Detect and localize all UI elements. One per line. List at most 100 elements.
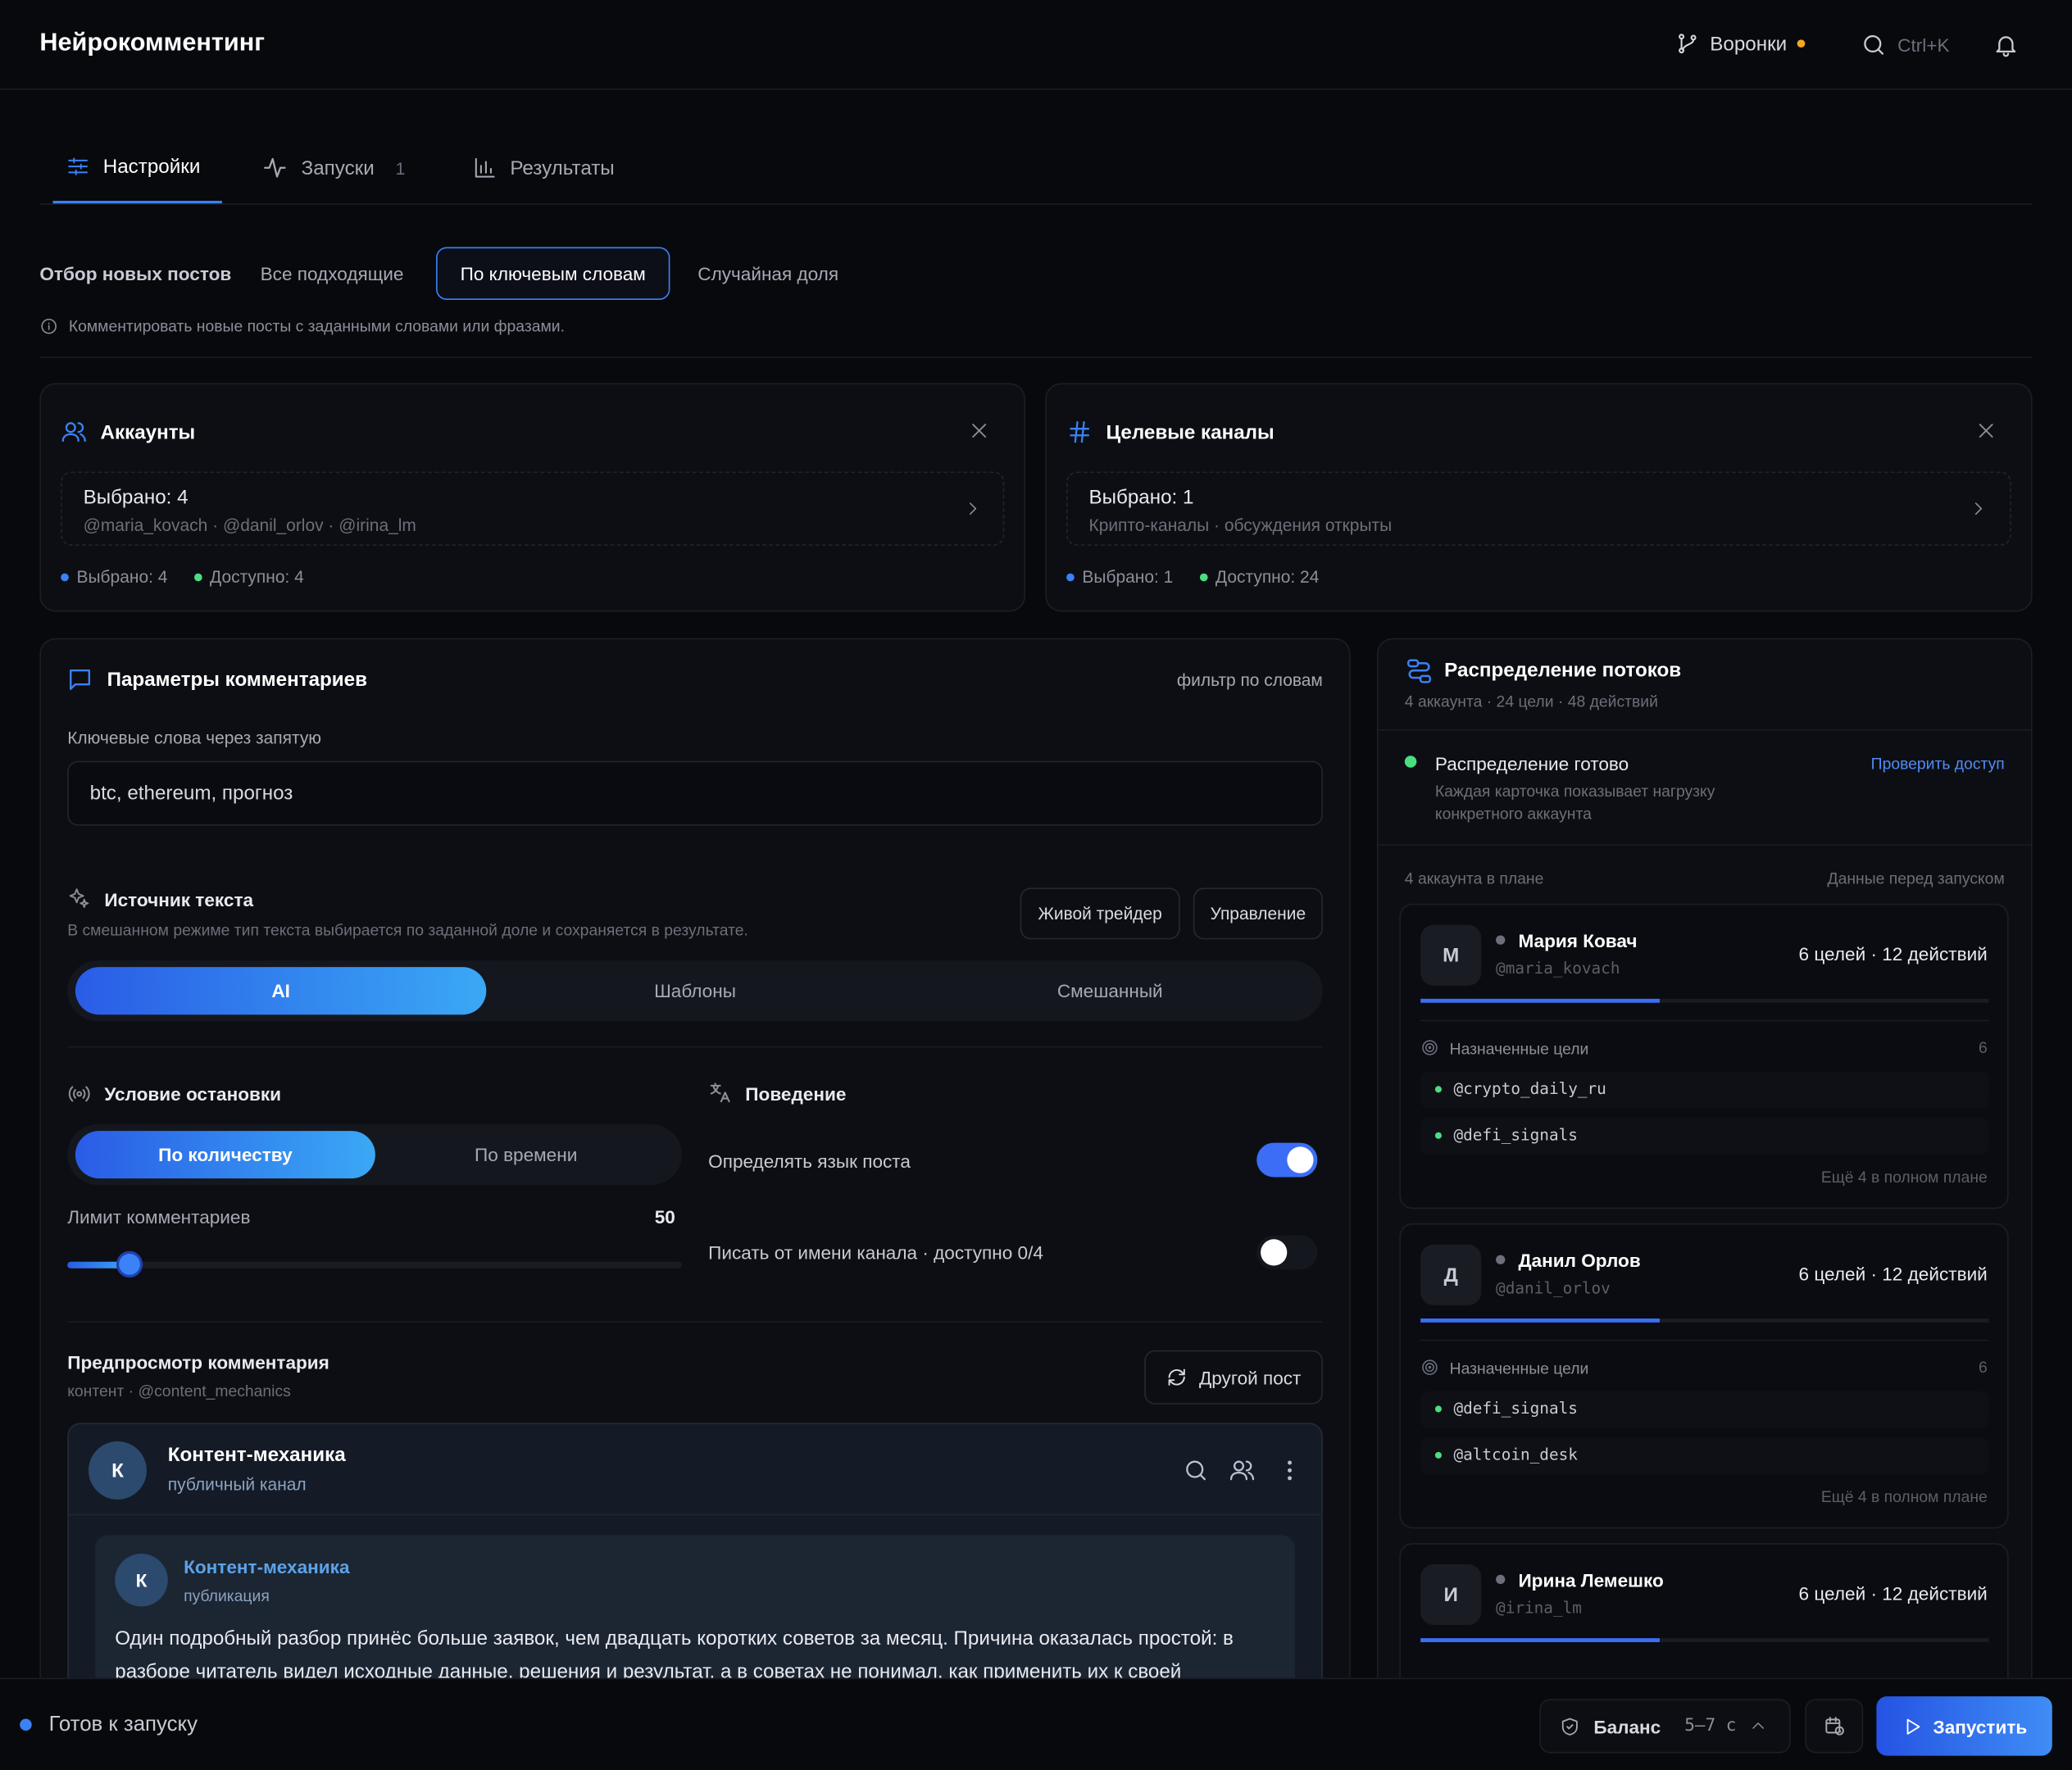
funnels-button[interactable]: Воронки — [1675, 32, 1806, 56]
selection-hint-text: Комментировать новые посты с заданными с… — [68, 316, 565, 336]
distribution-card: Распределение потоков 4 аккаунта · 24 це… — [1376, 638, 2033, 1735]
selection-option-random[interactable]: Случайная доля — [697, 263, 838, 284]
flows-icon — [1405, 656, 1434, 685]
keywords-input[interactable]: btc, ethereum, прогноз — [67, 760, 1323, 826]
slider-thumb[interactable] — [116, 1250, 143, 1278]
as-channel-toggle[interactable] — [1256, 1235, 1318, 1270]
tab-settings-label: Настройки — [102, 155, 201, 178]
source-option-mixed[interactable]: Смешанный — [905, 967, 1315, 1014]
account-plan-card[interactable]: Д Данил Орлов @danil_orlov 6 целей · 12 … — [1399, 1223, 2009, 1529]
channel-name: Контент-механика — [167, 1444, 346, 1467]
target-dot — [1434, 1405, 1442, 1413]
source-option-templates[interactable]: Шаблоны — [490, 967, 900, 1014]
close-icon — [1975, 420, 1997, 442]
params-mode-label: фильтр по словам — [1176, 669, 1323, 690]
more-targets: Ещё 4 в полном плане — [1820, 1168, 1988, 1187]
source-hint: В смешанном режиме тип текста выбирается… — [67, 920, 748, 940]
preview-search-button[interactable] — [1183, 1457, 1209, 1483]
account-name: Мария Ковач — [1518, 930, 1638, 951]
accounts-close-button[interactable] — [969, 420, 990, 442]
load-bar-fill — [1420, 998, 1660, 1003]
selection-option-keywords[interactable]: По ключевым словам — [436, 247, 670, 300]
tab-runs[interactable]: Запуски 1 — [261, 132, 405, 203]
target-handle: @crypto_daily_ru — [1453, 1079, 1606, 1098]
post-author: Контент-механика — [184, 1556, 350, 1578]
chevron-up-icon — [1749, 1718, 1766, 1735]
activity-icon — [261, 155, 288, 181]
detect-lang-label: Определять язык поста — [708, 1150, 911, 1173]
target-icon — [1420, 1038, 1439, 1057]
tab-bar: Настройки Запуски 1 Результаты — [39, 132, 2033, 205]
balance-value: 5–7 с — [1684, 1716, 1737, 1736]
shield-icon — [1559, 1715, 1580, 1736]
target-handle: @defi_signals — [1453, 1399, 1578, 1418]
divider — [1420, 1019, 1989, 1022]
bell-icon — [1992, 32, 2019, 58]
users-icon — [1229, 1457, 1255, 1483]
branch-icon — [1675, 32, 1699, 56]
balance-button[interactable]: Баланс 5–7 с — [1539, 1699, 1791, 1754]
stop-option-count[interactable]: По количеству — [75, 1131, 375, 1179]
preview-members-button[interactable] — [1229, 1457, 1255, 1483]
channel-avatar: К — [89, 1441, 147, 1500]
divider — [1420, 1339, 1989, 1341]
channels-selected-title: Выбрано: 1 — [1088, 486, 1194, 509]
refresh-icon — [1166, 1366, 1188, 1388]
slider-track — [67, 1261, 682, 1268]
search-button[interactable]: Ctrl+K — [1861, 32, 1950, 58]
preview-more-button[interactable] — [1276, 1457, 1302, 1483]
users-icon — [61, 419, 87, 445]
accounts-card: Аккаунты Выбрано: 4 @maria_kovach · @dan… — [39, 383, 1026, 612]
launch-button[interactable]: Запустить — [1876, 1696, 2052, 1756]
close-icon — [969, 420, 990, 442]
post-avatar: К — [115, 1553, 168, 1607]
channels-close-button[interactable] — [1975, 420, 1997, 442]
sliders-icon — [66, 155, 90, 179]
target-chip: @altcoin_desk — [1420, 1437, 1989, 1475]
channels-selector[interactable]: Выбрано: 1 Крипто-каналы · обсуждения от… — [1066, 471, 2011, 546]
limit-slider[interactable] — [67, 1249, 682, 1281]
targets-label: Назначенные цели — [1449, 1039, 1589, 1059]
accounts-selected-title: Выбрано: 4 — [83, 486, 189, 509]
preset-management-button[interactable]: Управление — [1193, 887, 1323, 940]
accounts-stats: Выбрано: 4 Доступно: 4 — [61, 567, 304, 587]
tab-runs-badge: 1 — [395, 157, 406, 178]
footer-status: Готов к запуску — [48, 1713, 198, 1736]
distribution-title: Распределение потоков — [1444, 659, 1682, 682]
notifications-button[interactable] — [1992, 32, 2019, 58]
divider — [1378, 844, 2032, 846]
channels-title: Целевые каналы — [1106, 421, 1275, 444]
distribution-subtitle: 4 аккаунта · 24 цели · 48 действий — [1404, 692, 1658, 711]
target-chip: @defi_signals — [1420, 1117, 1989, 1155]
tab-results[interactable]: Результаты — [473, 132, 615, 203]
accounts-selector[interactable]: Выбрано: 4 @maria_kovach · @danil_orlov … — [61, 471, 1005, 546]
keywords-value: btc, ethereum, прогноз — [89, 782, 293, 805]
channel-type: публичный канал — [167, 1474, 307, 1495]
account-plan-card[interactable]: М Мария Ковач @maria_kovach 6 целей · 12… — [1399, 903, 2009, 1210]
detect-lang-toggle[interactable] — [1256, 1142, 1318, 1178]
account-stats: 6 целей · 12 действий — [1798, 1582, 1988, 1604]
accounts-title: Аккаунты — [100, 421, 196, 444]
search-icon — [1861, 32, 1887, 58]
app-header: Нейрокомментинг Воронки Ctrl+K — [0, 0, 2072, 90]
source-title: Источник текста — [104, 889, 254, 910]
accounts-stat-selected: Выбрано: 4 — [76, 566, 168, 587]
other-post-button[interactable]: Другой пост — [1144, 1350, 1323, 1405]
selection-option-all[interactable]: Все подходящие — [261, 263, 404, 284]
accounts-selected-sub: @maria_kovach · @danil_orlov · @irina_lm — [83, 515, 416, 535]
launch-label: Запустить — [1933, 1715, 2028, 1737]
message-icon — [66, 666, 94, 694]
account-stats: 6 целей · 12 действий — [1798, 943, 1988, 964]
tab-settings[interactable]: Настройки — [52, 132, 222, 204]
target-chip: @defi_signals — [1420, 1391, 1989, 1428]
divider — [39, 356, 2033, 358]
preview-title: Предпросмотр комментария — [67, 1351, 329, 1373]
target-dot — [1434, 1451, 1442, 1459]
source-option-ai[interactable]: AI — [75, 967, 487, 1015]
source-segmented: AI Шаблоны Смешанный — [67, 960, 1323, 1022]
check-access-link[interactable]: Проверить доступ — [1871, 755, 2005, 774]
preset-live-trader-button[interactable]: Живой трейдер — [1020, 887, 1180, 940]
stop-option-time[interactable]: По времени — [379, 1131, 673, 1178]
schedule-button[interactable] — [1805, 1699, 1864, 1754]
account-avatar: И — [1420, 1564, 1482, 1626]
